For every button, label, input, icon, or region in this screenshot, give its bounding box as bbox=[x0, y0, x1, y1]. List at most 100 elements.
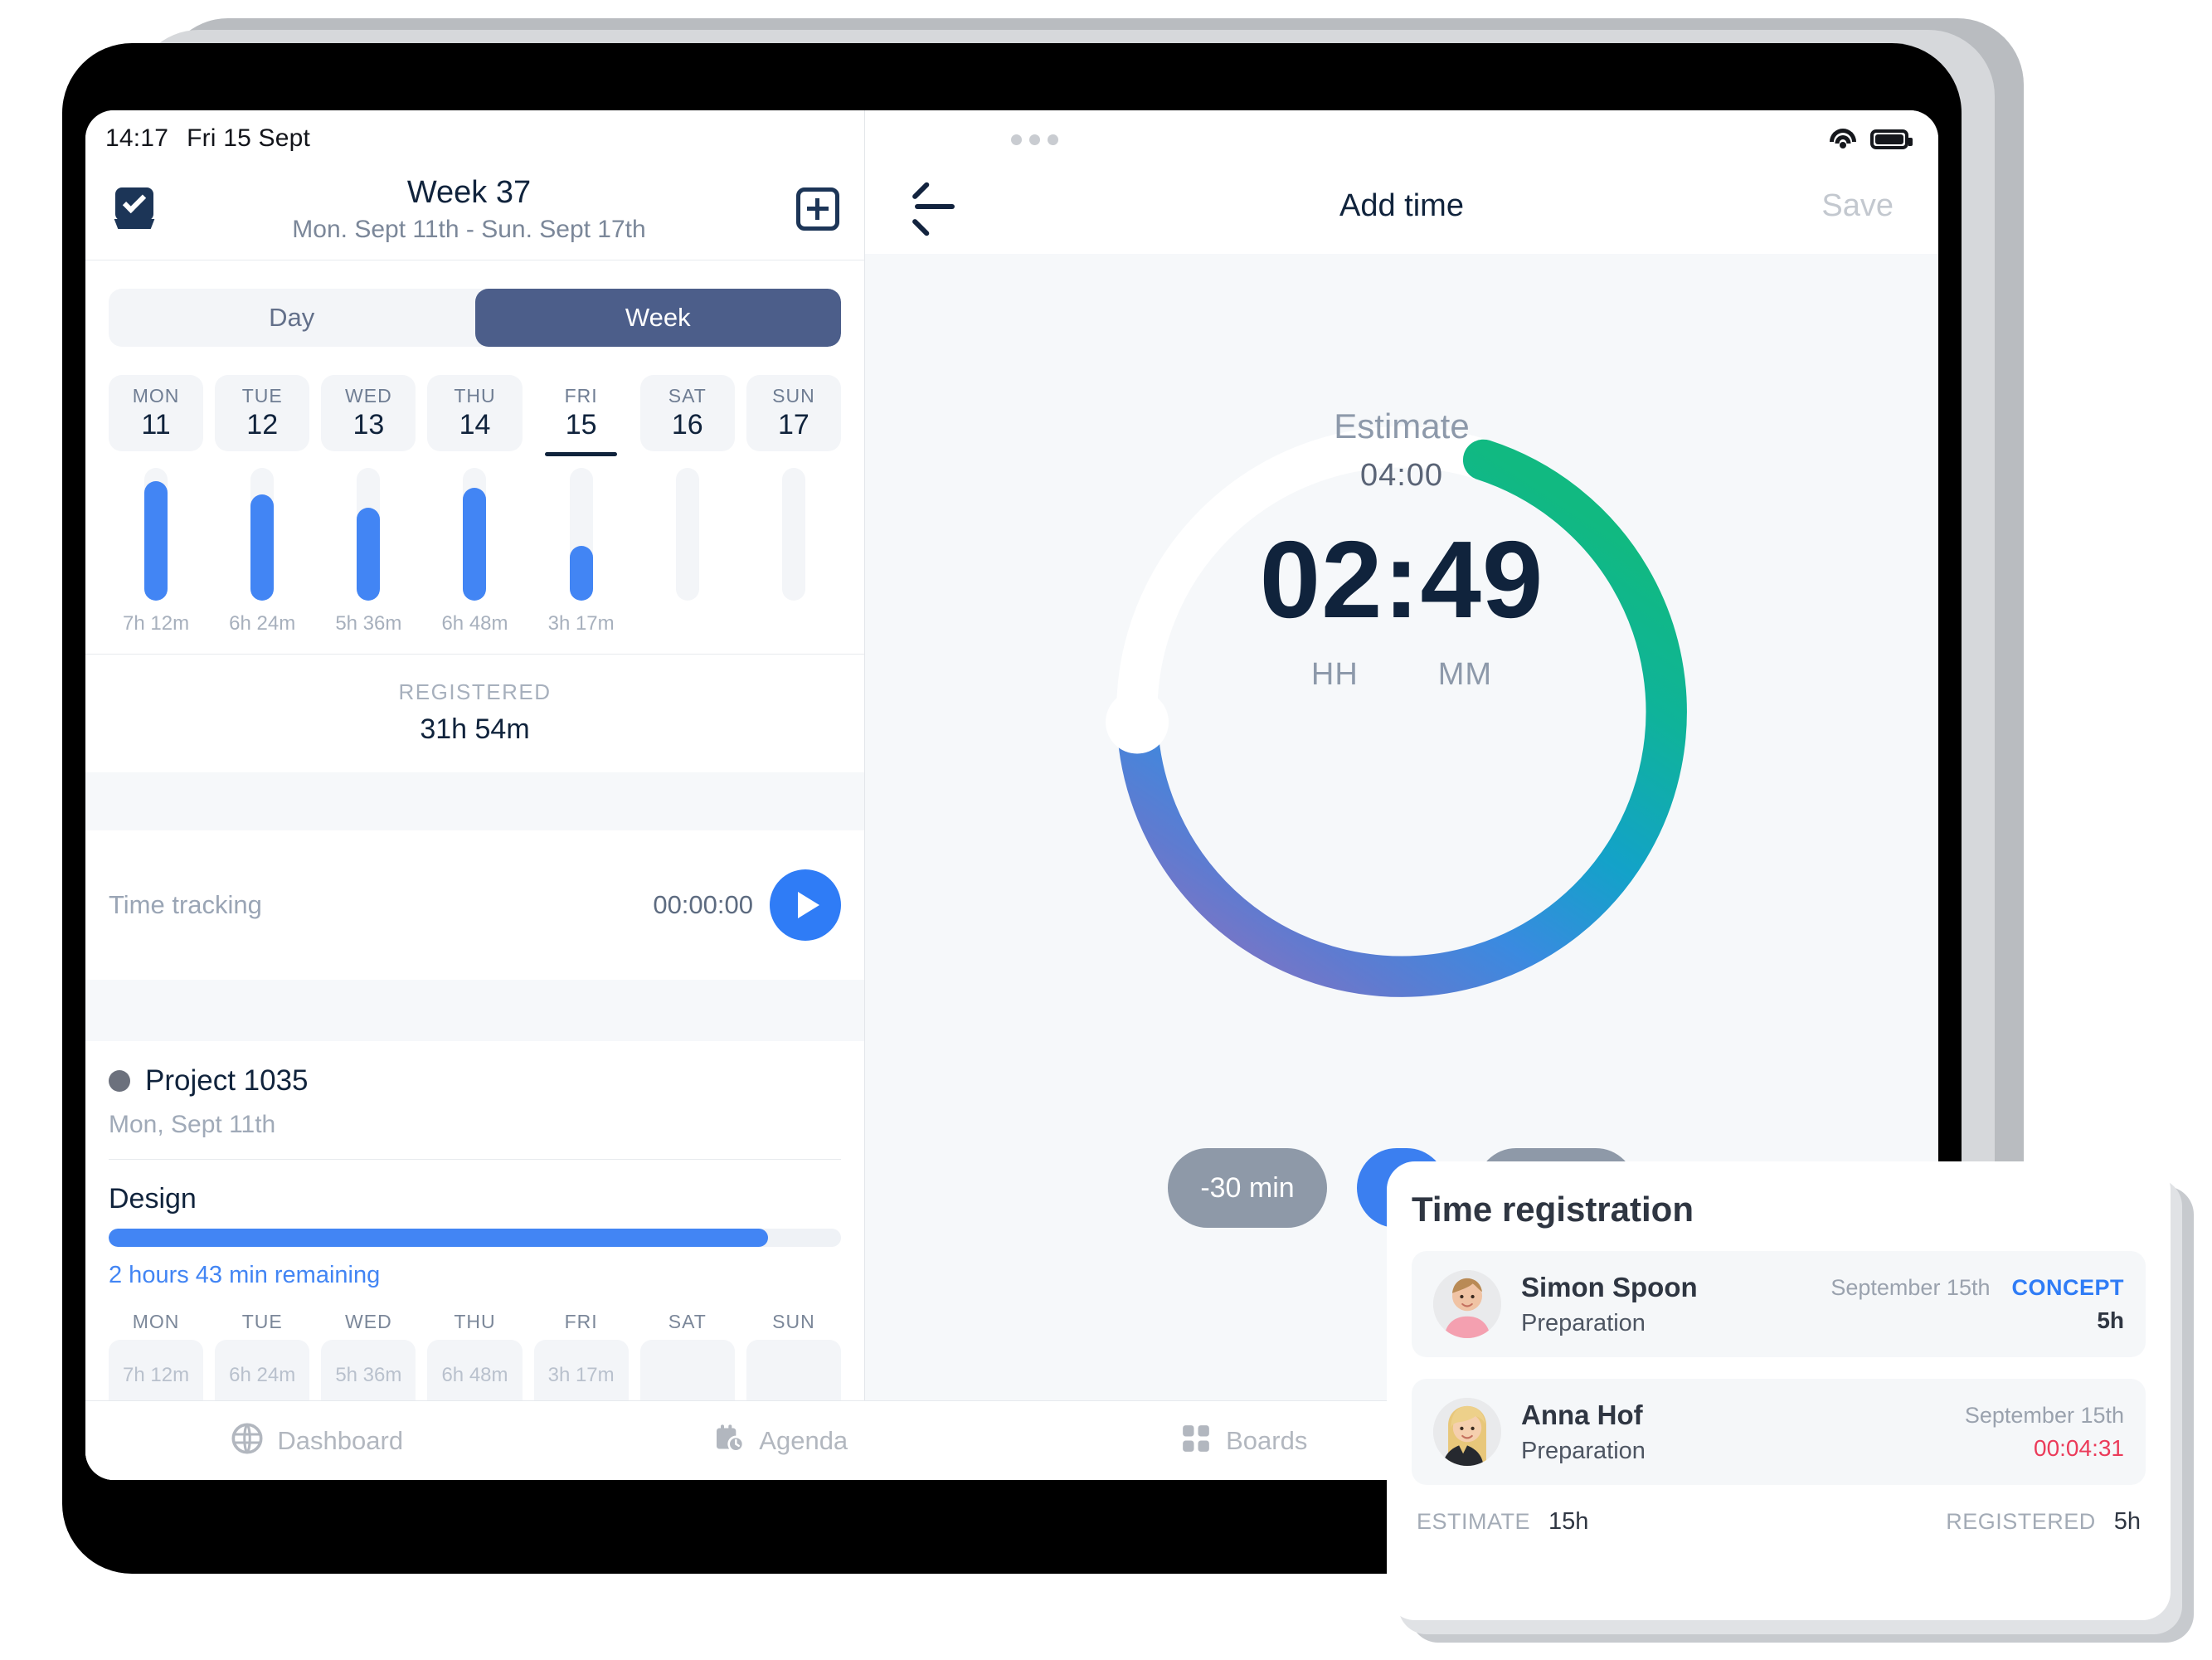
day-card-number: 15 bbox=[565, 409, 597, 441]
bar-column-tue bbox=[215, 468, 309, 601]
project-color-dot bbox=[109, 1070, 130, 1092]
nav-item-agenda[interactable]: Agenda bbox=[549, 1422, 1013, 1459]
mini-week-dow: MON bbox=[132, 1311, 180, 1332]
bar-label-sat bbox=[640, 612, 735, 635]
mini-week-dow: SUN bbox=[772, 1311, 815, 1332]
add-entry-button[interactable] bbox=[796, 187, 839, 231]
bar-track bbox=[357, 468, 381, 601]
day-card-mon[interactable]: MON 11 bbox=[109, 375, 204, 451]
estimate-value: 15h bbox=[1548, 1508, 1589, 1535]
battery-icon bbox=[1870, 129, 1913, 149]
avatar bbox=[1433, 1270, 1501, 1338]
calendar-clock-icon bbox=[712, 1422, 746, 1459]
day-card-sun[interactable]: SUN 17 bbox=[746, 375, 841, 451]
bar-column-thu bbox=[427, 468, 522, 601]
day-card-wed[interactable]: WED 13 bbox=[321, 375, 416, 451]
mini-week-row: MON 7h 12m TUE 6h 24m WED 5h 36m THU 6h 48m FRI 3… bbox=[85, 1289, 864, 1411]
handle-dots-icon[interactable] bbox=[1011, 134, 1058, 145]
tab-day[interactable]: Day bbox=[109, 289, 475, 347]
mini-week-dow: SAT bbox=[668, 1311, 707, 1332]
bar-fill bbox=[357, 508, 381, 601]
day-card-thu[interactable]: THU 14 bbox=[427, 375, 523, 451]
bar-fill bbox=[144, 481, 168, 601]
time-registration-card: Time registration Simon Spoon Preparation… bbox=[1387, 1161, 2171, 1620]
day-card-dow: FRI bbox=[564, 385, 598, 406]
weekly-bar-chart bbox=[85, 451, 864, 601]
project-card[interactable]: Project 1035 Mon, Sept 11th Design 2 hou… bbox=[85, 1041, 864, 1289]
mini-week-col-fri: FRI 3h 17m bbox=[533, 1311, 629, 1411]
day-card-number: 13 bbox=[352, 409, 385, 441]
registration-hours: 00:04:31 bbox=[2034, 1434, 2124, 1461]
registration-topline: September 15th CONCEPT bbox=[1830, 1275, 2124, 1301]
bar-track bbox=[675, 468, 699, 601]
left-header: Week 37 Mon. Sept 11th - Sun. Sept 17th bbox=[85, 158, 864, 260]
right-status-bar bbox=[865, 110, 1938, 158]
day-card-number: 16 bbox=[671, 409, 703, 441]
time-registration-rows: Simon Spoon Preparation September 15th CONC… bbox=[1412, 1251, 2146, 1485]
checkbox-inbox-icon bbox=[110, 187, 158, 231]
day-card-sat[interactable]: SAT 16 bbox=[639, 375, 735, 451]
day-selector[interactable]: MON 11 TUE 12 WED 13 THU 14 FRI 15 SAT 16 SUN 17 bbox=[85, 347, 864, 456]
bar-column-sun bbox=[746, 468, 841, 601]
globe-icon bbox=[231, 1422, 264, 1459]
task-progress-fill bbox=[109, 1229, 768, 1247]
back-arrow-icon[interactable] bbox=[910, 180, 956, 237]
day-card-fri[interactable]: FRI 15 bbox=[533, 375, 629, 456]
wifi-icon bbox=[1829, 129, 1857, 150]
mini-week-col-tue: TUE 6h 24m bbox=[215, 1311, 310, 1411]
grid-icon bbox=[1179, 1422, 1213, 1459]
day-card-dow: THU bbox=[454, 385, 496, 406]
estimate-value: 04:00 bbox=[1359, 458, 1444, 493]
day-card-dow: SUN bbox=[772, 385, 815, 406]
bar-fill bbox=[250, 494, 275, 601]
bar-label-wed: 5h 36m bbox=[335, 612, 402, 635]
timer-value: 02:49 bbox=[1259, 518, 1544, 640]
day-card-selected-underline bbox=[545, 452, 617, 456]
bar-track bbox=[250, 468, 275, 601]
registration-person: Simon Spoon Preparation bbox=[1521, 1272, 1698, 1337]
weekly-bar-chart-labels: 7h 12m 6h 24m 5h 36m 6h 48m 3h 17m bbox=[85, 601, 864, 654]
task-remaining: 2 hours 43 min remaining bbox=[109, 1262, 381, 1288]
save-button[interactable]: Save bbox=[1821, 188, 1894, 224]
day-card-dow: SAT bbox=[668, 385, 707, 406]
time-registration-title: Time registration bbox=[1412, 1190, 1694, 1229]
view-segmented-control[interactable]: Day Week bbox=[109, 289, 841, 347]
day-card-tue[interactable]: TUE 12 bbox=[215, 375, 310, 451]
status-indicators bbox=[1829, 129, 1913, 150]
nav-item-dashboard[interactable]: Dashboard bbox=[85, 1422, 549, 1459]
avatar bbox=[1433, 1398, 1501, 1466]
mini-week-col-sun: SUN bbox=[746, 1311, 841, 1411]
bar-column-mon bbox=[109, 468, 203, 601]
hh-label: HH bbox=[1310, 657, 1359, 692]
play-icon[interactable] bbox=[770, 869, 841, 941]
bar-fill bbox=[463, 488, 487, 601]
bar-column-sat bbox=[640, 468, 735, 601]
timer-units: HH MM bbox=[865, 657, 1938, 693]
bar-label-tue: 6h 24m bbox=[229, 612, 296, 635]
add-time-header: Add time Save bbox=[865, 158, 1938, 254]
registered-group: REGISTERED 5h bbox=[1946, 1508, 2141, 1536]
bar-track bbox=[569, 468, 593, 601]
registration-date: September 15th bbox=[1964, 1402, 2124, 1428]
mini-week-dow: WED bbox=[345, 1311, 392, 1332]
week-range: Mon. Sept 11th - Sun. Sept 17th bbox=[292, 215, 646, 243]
minus-30-min-button[interactable]: -30 min bbox=[1168, 1148, 1327, 1228]
time-tracking-row[interactable]: Time tracking 00:00:00 bbox=[85, 830, 864, 980]
view-toggle-wrap: Day Week bbox=[85, 260, 864, 347]
mini-week-dow: TUE bbox=[241, 1311, 283, 1332]
nav-item-label: Boards bbox=[1226, 1425, 1308, 1455]
mini-week-col-sat: SAT bbox=[639, 1311, 735, 1411]
registration-meta: September 15th CONCEPT 5h bbox=[1830, 1275, 2124, 1334]
project-date: Mon, Sept 11th bbox=[109, 1111, 276, 1138]
time-registration-row[interactable]: Simon Spoon Preparation September 15th CONC… bbox=[1412, 1251, 2146, 1357]
tab-week[interactable]: Week bbox=[474, 289, 841, 347]
page-title: Week 37 bbox=[406, 175, 532, 211]
estimate-label: ESTIMATE bbox=[1417, 1509, 1531, 1534]
spacer-band-2 bbox=[85, 980, 864, 1041]
time-registration-row[interactable]: Anna Hof Preparation September 15th 00:04:3… bbox=[1412, 1379, 2146, 1485]
task-name: Design bbox=[109, 1183, 197, 1215]
mini-week-col-mon: MON 7h 12m bbox=[109, 1311, 204, 1411]
page-title: Add time bbox=[1339, 188, 1464, 223]
registration-person: Anna Hof Preparation bbox=[1521, 1400, 1646, 1465]
divider bbox=[109, 1159, 841, 1160]
